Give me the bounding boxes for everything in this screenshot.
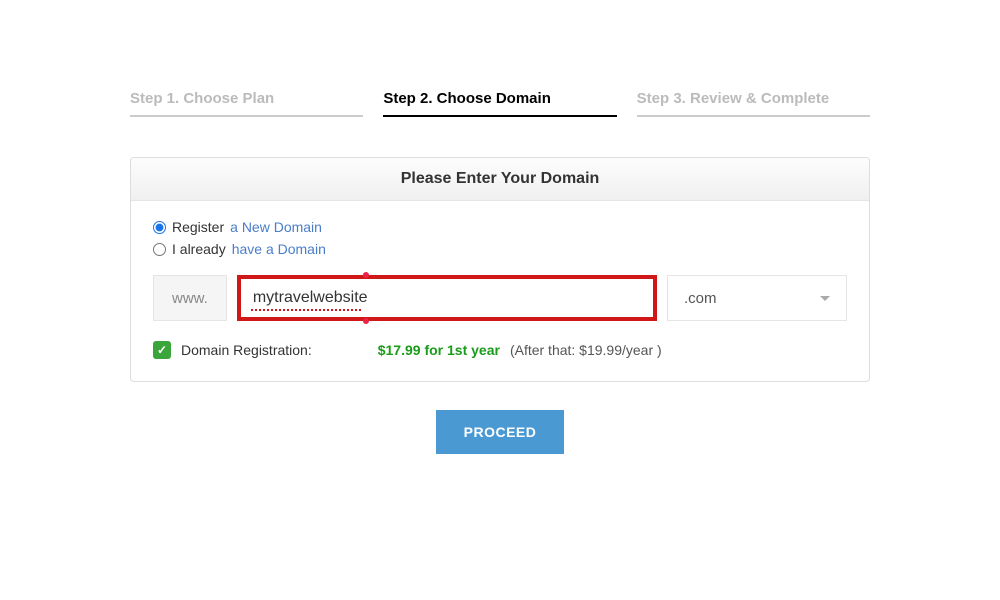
radio-register-text: Register <box>172 219 224 235</box>
proceed-wrap: PROCEED <box>130 410 870 454</box>
step-2[interactable]: Step 2. Choose Domain <box>383 90 616 117</box>
domain-panel: Please Enter Your Domain Register a New … <box>130 157 870 382</box>
panel-body: Register a New Domain I already have a D… <box>131 201 869 381</box>
registration-price: $17.99 for 1st year <box>378 342 500 358</box>
www-prefix: www. <box>153 275 227 321</box>
check-icon: ✓ <box>153 341 171 359</box>
chevron-down-icon <box>820 296 830 301</box>
domain-input[interactable] <box>237 275 657 321</box>
radio-already-link: have a Domain <box>232 241 326 257</box>
radio-register-input[interactable] <box>153 221 166 234</box>
registration-label: Domain Registration: <box>181 342 312 358</box>
step-3[interactable]: Step 3. Review & Complete <box>637 90 870 117</box>
tld-value: .com <box>684 290 717 307</box>
tld-dropdown[interactable]: .com <box>667 275 847 321</box>
steps-nav: Step 1. Choose Plan Step 2. Choose Domai… <box>130 90 870 117</box>
registration-row: ✓ Domain Registration: $17.99 for 1st ye… <box>153 341 847 359</box>
radio-already-text: I already <box>172 241 226 257</box>
panel-title: Please Enter Your Domain <box>131 158 869 201</box>
radio-already-input[interactable] <box>153 243 166 256</box>
proceed-button[interactable]: PROCEED <box>436 410 565 454</box>
domain-input-row: www. .com <box>153 275 847 321</box>
radio-register-link: a New Domain <box>230 219 322 235</box>
radio-already-have[interactable]: I already have a Domain <box>153 241 847 257</box>
domain-input-wrap <box>237 275 657 321</box>
registration-after: (After that: $19.99/year ) <box>510 342 662 358</box>
radio-register-new[interactable]: Register a New Domain <box>153 219 847 235</box>
step-1[interactable]: Step 1. Choose Plan <box>130 90 363 117</box>
